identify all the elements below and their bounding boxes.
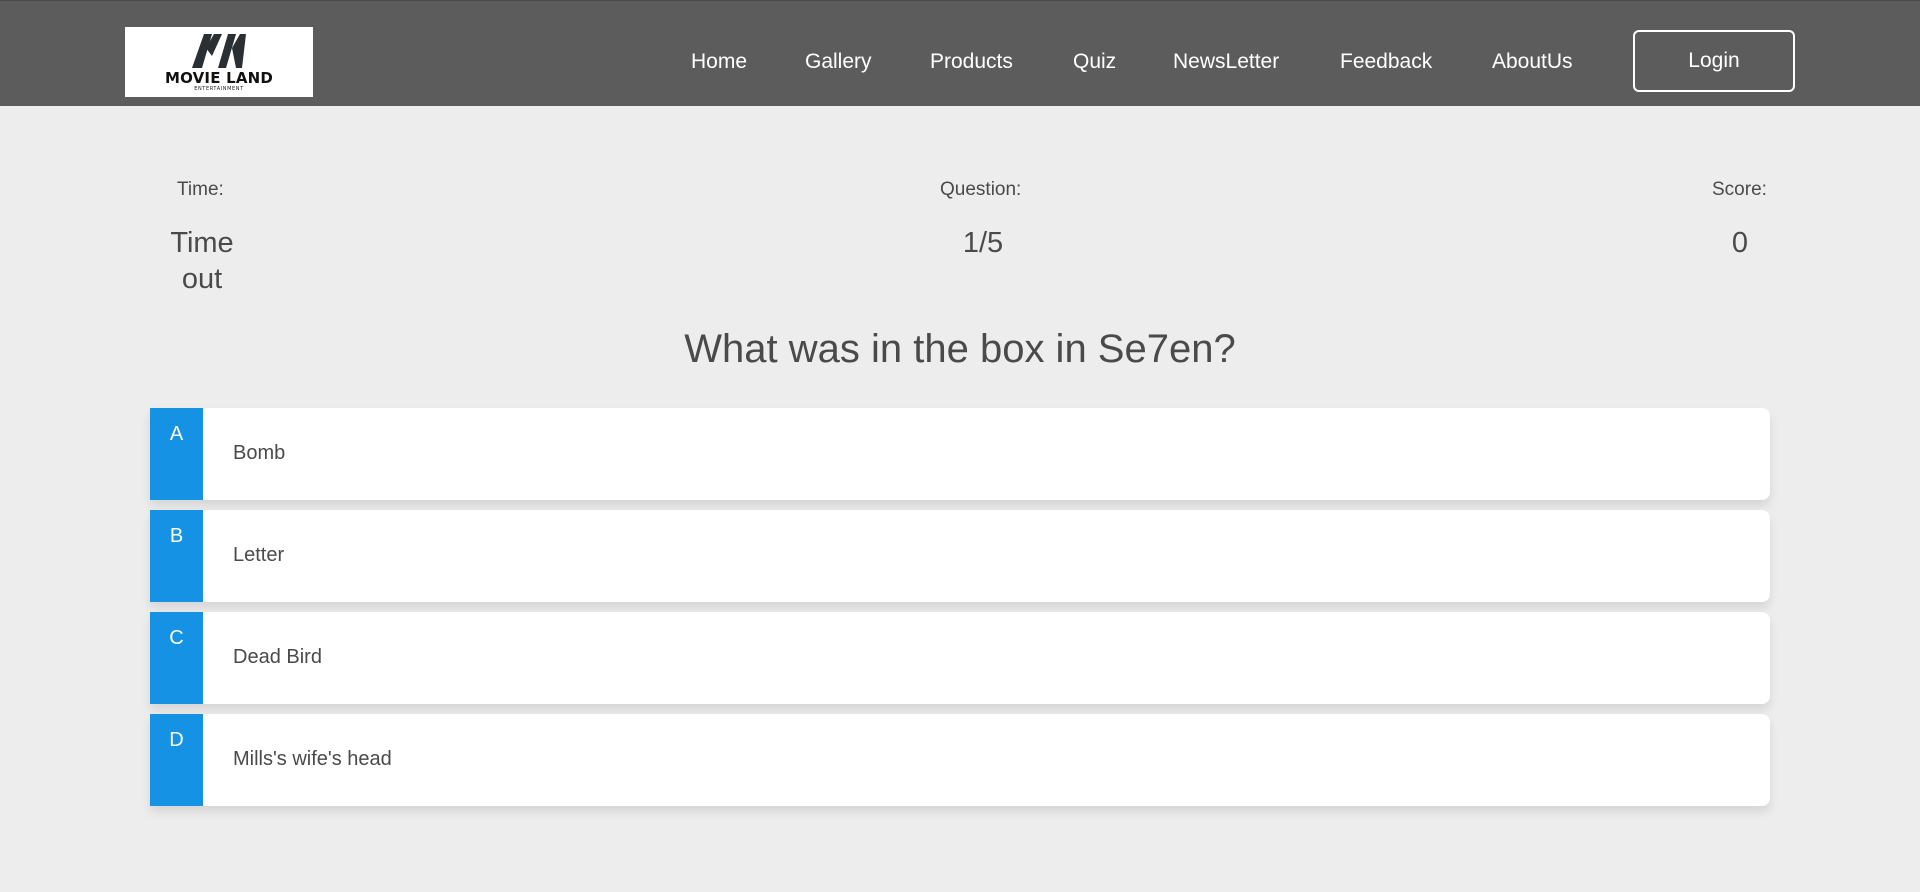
nav-home[interactable]: Home xyxy=(691,50,747,74)
answer-option-c[interactable]: C Dead Bird xyxy=(150,612,1770,704)
site-header: MOVIE LAND ENTERTAINMENT Home Gallery Pr… xyxy=(0,0,1920,106)
nav-feedback[interactable]: Feedback xyxy=(1340,50,1432,74)
answer-option-b[interactable]: B Letter xyxy=(150,510,1770,602)
answer-option-d[interactable]: D Mills's wife's head xyxy=(150,714,1770,806)
score-value: 0 xyxy=(1731,227,1749,259)
nav-gallery[interactable]: Gallery xyxy=(805,50,872,74)
nav-products[interactable]: Products xyxy=(930,50,1013,74)
nav-quiz[interactable]: Quiz xyxy=(1073,50,1116,74)
option-letter-d: D xyxy=(150,714,203,806)
nav-aboutus[interactable]: AboutUs xyxy=(1492,50,1573,74)
nav-newsletter[interactable]: NewsLetter xyxy=(1173,50,1279,74)
time-value-line2: out xyxy=(181,263,223,295)
time-value: Time out xyxy=(150,225,254,297)
score-label: Score: xyxy=(1712,179,1767,200)
option-letter-b: B xyxy=(150,510,203,602)
time-label: Time: xyxy=(177,179,224,200)
answer-option-a[interactable]: A Bomb xyxy=(150,408,1770,500)
main-nav: Home Gallery Products Quiz NewsLetter Fe… xyxy=(0,1,1920,107)
option-text-d: Mills's wife's head xyxy=(233,748,392,770)
login-button[interactable]: Login xyxy=(1633,30,1795,92)
option-text-a: Bomb xyxy=(233,442,286,464)
option-text-b: Letter xyxy=(233,544,285,566)
option-text-c: Dead Bird xyxy=(233,646,322,668)
time-value-line1: Time xyxy=(170,227,234,259)
question-counter-label: Question: xyxy=(940,179,1022,200)
option-letter-a: A xyxy=(150,408,203,500)
question-counter-value: 1/5 xyxy=(962,227,1004,259)
option-letter-c: C xyxy=(150,612,203,704)
question-text: What was in the box in Se7en? xyxy=(684,327,1236,371)
